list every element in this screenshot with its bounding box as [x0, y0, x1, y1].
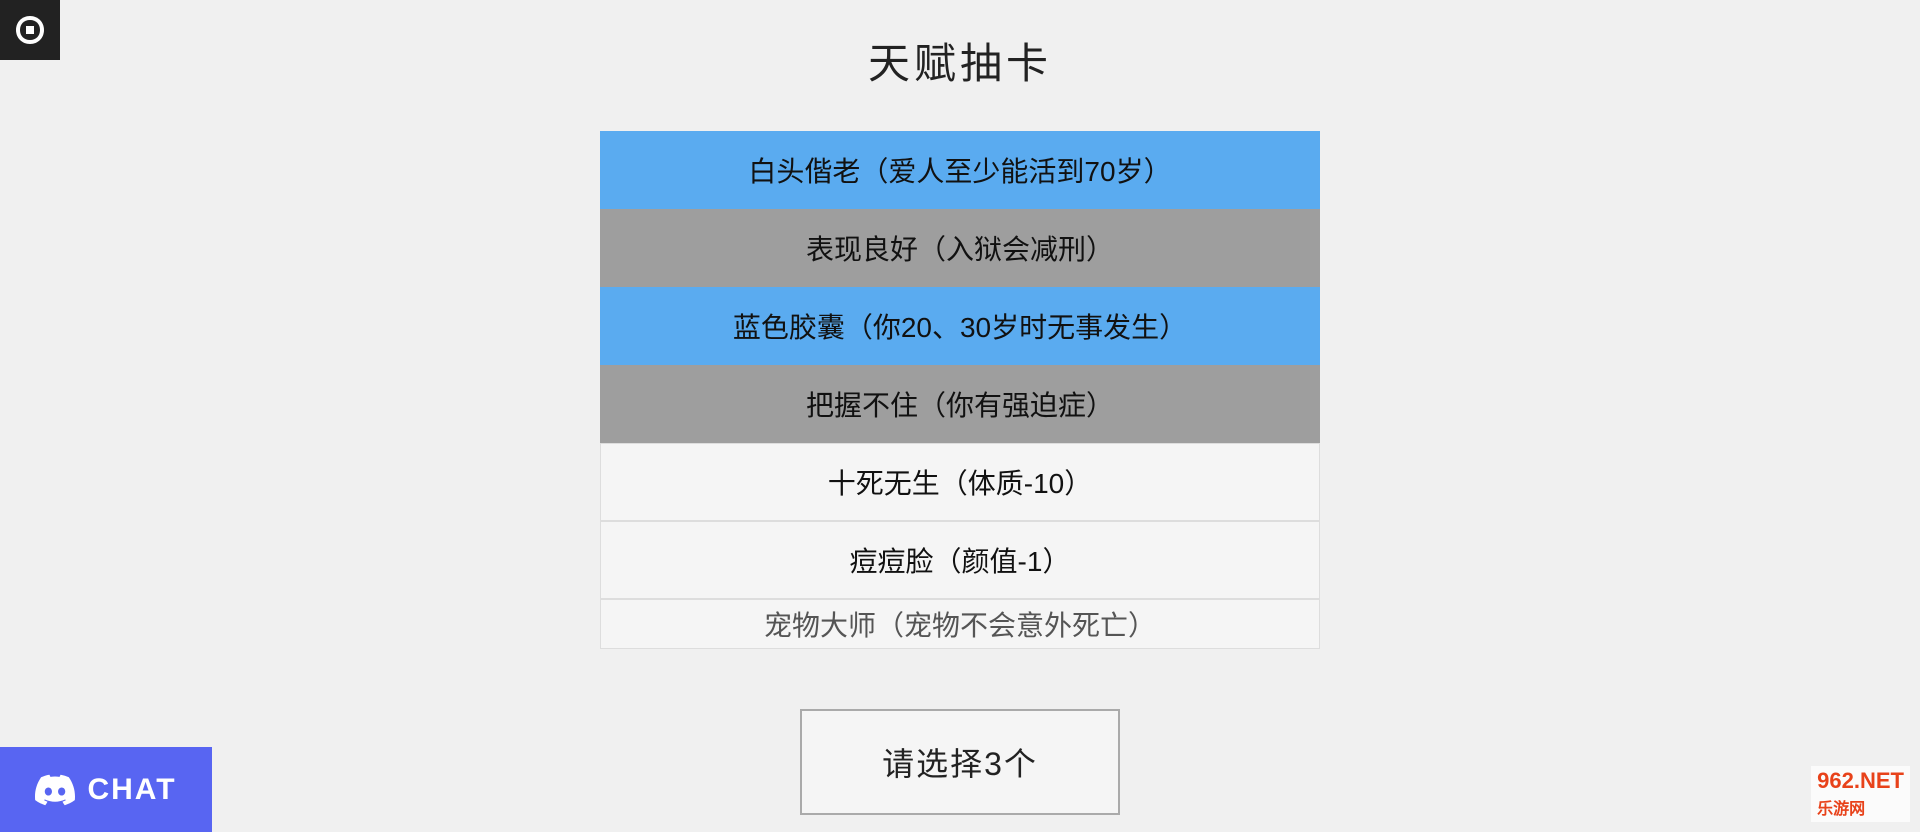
list-item[interactable]: 蓝色胶囊（你20、30岁时无事发生）: [600, 287, 1320, 365]
list-item[interactable]: 十死无生（体质-10）: [600, 443, 1320, 521]
list-item[interactable]: 宠物大师（宠物不会意外死亡）: [600, 599, 1320, 649]
page-title: 天赋抽卡: [868, 30, 1052, 91]
list-item[interactable]: 把握不住（你有强迫症）: [600, 365, 1320, 443]
list-item[interactable]: 表现良好（入狱会减刑）: [600, 209, 1320, 287]
action-button[interactable]: 请选择3个: [800, 709, 1120, 815]
logo: [0, 0, 60, 60]
main-container: 天赋抽卡 白头偕老（爱人至少能活到70岁）表现良好（入狱会减刑）蓝色胶囊（你20…: [0, 0, 1920, 815]
items-list: 白头偕老（爱人至少能活到70岁）表现良好（入狱会减刑）蓝色胶囊（你20、30岁时…: [600, 131, 1320, 649]
watermark: 962.NET 乐游网: [1811, 766, 1910, 822]
discord-icon: [35, 770, 75, 810]
logo-icon: [12, 12, 48, 48]
chat-button[interactable]: CHAT: [0, 747, 212, 832]
list-item[interactable]: 白头偕老（爱人至少能活到70岁）: [600, 131, 1320, 209]
chat-button-label: CHAT: [87, 773, 176, 807]
list-item[interactable]: 痘痘脸（颜值-1）: [600, 521, 1320, 599]
